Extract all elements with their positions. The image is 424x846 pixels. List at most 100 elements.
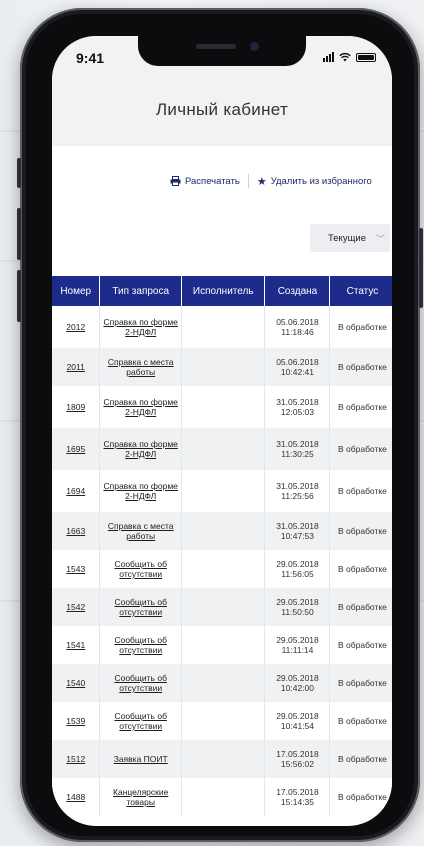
request-executor [181, 550, 266, 588]
table-row[interactable]: 1541 Сообщить об отсутствии 29.05.2018 11:1… [52, 626, 392, 664]
created-date: 29.05.2018 [276, 597, 319, 607]
request-type-link[interactable]: Справка по форме 2-НДФЛ [99, 386, 182, 428]
volume-up-button [17, 208, 21, 260]
notch [138, 36, 306, 66]
request-status: В обработке [329, 428, 392, 470]
requests-table: Номер Тип запроса Исполнитель Создана Ст… [52, 276, 392, 816]
table-row[interactable]: 2012 Справка по форме 2-НДФЛ 05.06.2018 11:… [52, 306, 392, 348]
request-number-link[interactable]: 1809 [52, 386, 101, 428]
request-number-link[interactable]: 1694 [52, 470, 101, 512]
column-header-status[interactable]: Статус [329, 276, 392, 306]
request-type-link[interactable]: Справка по форме 2-НДФЛ [99, 306, 182, 348]
chevron-down-icon: ﹀ [375, 233, 385, 244]
request-type-link[interactable]: Справка по форме 2-НДФЛ [99, 470, 182, 512]
request-status: В обработке [329, 306, 392, 348]
status-filter-select[interactable]: Текущие ﹀ [310, 224, 390, 252]
request-created: 17.05.2018 15:56:02 [264, 740, 331, 778]
request-created: 31.05.2018 12:05:03 [264, 386, 331, 428]
request-number-link[interactable]: 1542 [52, 588, 101, 626]
request-created: 31.05.2018 11:25:56 [264, 470, 331, 512]
request-executor [181, 778, 266, 816]
created-date: 31.05.2018 [276, 481, 319, 491]
table-row[interactable]: 1540 Сообщить об отсутствии 29.05.2018 10:4… [52, 664, 392, 702]
table-row[interactable]: 2011 Справка с места работы 05.06.2018 10:4… [52, 348, 392, 386]
request-created: 17.05.2018 15:14:35 [264, 778, 331, 816]
table-row[interactable]: 1539 Сообщить об отсутствии 29.05.2018 10:4… [52, 702, 392, 740]
request-type-link[interactable]: Сообщить об отсутствии [99, 550, 182, 588]
table-row[interactable]: 1663 Справка с места работы 31.05.2018 10:4… [52, 512, 392, 550]
request-number-link[interactable]: 2011 [52, 348, 101, 386]
created-date: 31.05.2018 [276, 439, 319, 449]
table-row[interactable]: 1488 Канцелярские товары 17.05.2018 15:14:3… [52, 778, 392, 816]
request-type-link[interactable]: Сообщить об отсутствии [99, 702, 182, 740]
page-header: Личный кабинет [52, 76, 392, 146]
created-date: 29.05.2018 [276, 559, 319, 569]
cellular-signal-icon [323, 52, 334, 62]
request-number-link[interactable]: 1541 [52, 626, 101, 664]
remove-favorite-button[interactable]: ★ Удалить из избранного [257, 175, 372, 188]
table-row[interactable]: 1695 Справка по форме 2-НДФЛ 31.05.2018 11:… [52, 428, 392, 470]
request-type-link[interactable]: Канцелярские товары [99, 778, 182, 816]
request-type-link[interactable]: Сообщить об отсутствии [99, 664, 182, 702]
request-number-link[interactable]: 1540 [52, 664, 101, 702]
column-header-number[interactable]: Номер [52, 276, 101, 306]
request-type-link[interactable]: Справка с места работы [99, 512, 182, 550]
request-number-link[interactable]: 2012 [52, 306, 101, 348]
mute-switch [17, 158, 21, 188]
request-created: 29.05.2018 10:42:00 [264, 664, 331, 702]
power-button [419, 228, 423, 308]
request-created: 29.05.2018 11:56:05 [264, 550, 331, 588]
request-executor [181, 348, 266, 386]
request-status: В обработке [329, 470, 392, 512]
created-date: 29.05.2018 [276, 711, 319, 721]
column-header-created[interactable]: Создана [264, 276, 331, 306]
request-created: 31.05.2018 10:47:53 [264, 512, 331, 550]
request-number-link[interactable]: 1663 [52, 512, 101, 550]
request-status: В обработке [329, 626, 392, 664]
request-status: В обработке [329, 348, 392, 386]
request-created: 05.06.2018 10:42:41 [264, 348, 331, 386]
remove-favorite-label: Удалить из избранного [270, 175, 372, 187]
created-date: 17.05.2018 [276, 749, 319, 759]
created-time: 11:11:14 [281, 645, 314, 655]
battery-icon [356, 52, 376, 62]
created-time: 10:42:00 [280, 683, 315, 693]
request-number-link[interactable]: 1539 [52, 702, 101, 740]
created-time: 12:05:03 [280, 407, 315, 417]
table-row[interactable]: 1809 Справка по форме 2-НДФЛ 31.05.2018 12:… [52, 386, 392, 428]
print-button[interactable]: Распечатать [170, 176, 240, 187]
table-row[interactable]: 1543 Сообщить об отсутствии 29.05.2018 11:5… [52, 550, 392, 588]
request-status: В обработке [329, 664, 392, 702]
request-number-link[interactable]: 1543 [52, 550, 101, 588]
created-time: 11:18:46 [281, 327, 314, 337]
request-type-link[interactable]: Заявка ПОИТ [99, 740, 182, 778]
created-time: 11:50:50 [281, 607, 314, 617]
table-row[interactable]: 1694 Справка по форме 2-НДФЛ 31.05.2018 11:… [52, 470, 392, 512]
request-status: В обработке [329, 778, 392, 816]
created-date: 29.05.2018 [276, 673, 319, 683]
action-bar: Распечатать ★ Удалить из избранного [170, 174, 372, 188]
request-type-link[interactable]: Сообщить об отсутствии [99, 588, 182, 626]
request-status: В обработке [329, 550, 392, 588]
request-type-link[interactable]: Справка с места работы [99, 348, 182, 386]
request-created: 05.06.2018 11:18:46 [264, 306, 331, 348]
created-time: 10:42:41 [280, 367, 315, 377]
request-status: В обработке [329, 386, 392, 428]
request-type-link[interactable]: Сообщить об отсутствии [99, 626, 182, 664]
request-type-link[interactable]: Справка по форме 2-НДФЛ [99, 428, 182, 470]
wifi-icon [339, 52, 351, 62]
request-number-link[interactable]: 1512 [52, 740, 101, 778]
created-date: 17.05.2018 [276, 787, 319, 797]
created-time: 11:25:56 [281, 491, 314, 501]
created-date: 05.06.2018 [276, 317, 319, 327]
table-row[interactable]: 1512 Заявка ПОИТ 17.05.2018 15:56:02 В обраб… [52, 740, 392, 778]
created-date: 29.05.2018 [276, 635, 319, 645]
column-header-executor[interactable]: Исполнитель [181, 276, 266, 306]
column-header-type[interactable]: Тип запроса [99, 276, 182, 306]
request-number-link[interactable]: 1695 [52, 428, 101, 470]
table-row[interactable]: 1542 Сообщить об отсутствии 29.05.2018 11:5… [52, 588, 392, 626]
created-date: 05.06.2018 [276, 357, 319, 367]
speaker-grille [196, 44, 236, 49]
request-number-link[interactable]: 1488 [52, 778, 101, 816]
created-time: 10:41:54 [280, 721, 315, 731]
